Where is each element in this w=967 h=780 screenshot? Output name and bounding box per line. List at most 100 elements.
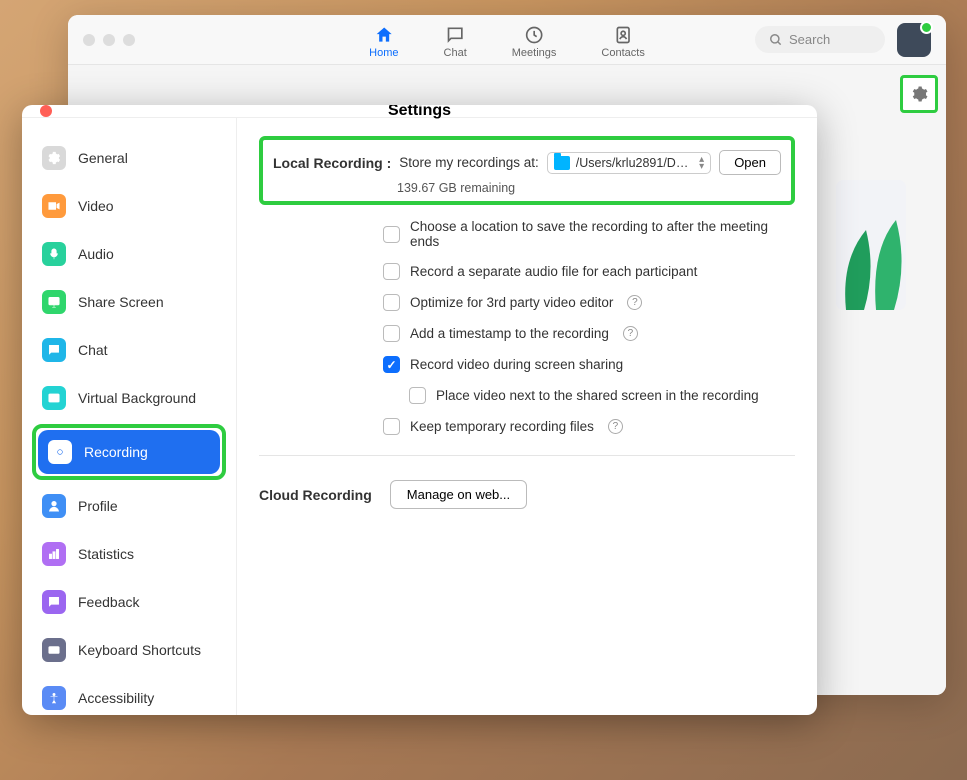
main-tabs: Home Chat Meetings Contacts xyxy=(369,21,645,59)
search-input[interactable]: Search xyxy=(755,26,885,53)
checkbox-separate-audio[interactable] xyxy=(383,263,400,280)
share-screen-icon xyxy=(42,290,66,314)
option-label: Place video next to the shared screen in… xyxy=(436,388,759,403)
open-button[interactable]: Open xyxy=(719,150,781,175)
help-icon[interactable]: ? xyxy=(627,295,642,310)
close-button[interactable] xyxy=(40,105,52,117)
section-divider xyxy=(259,455,795,456)
tab-home[interactable]: Home xyxy=(369,21,398,59)
sidebar-item-label: Recording xyxy=(84,444,148,460)
local-recording-label: Local Recording : xyxy=(273,155,391,171)
tab-contacts[interactable]: Contacts xyxy=(601,21,644,59)
option-record-video-share: Record video during screen sharing xyxy=(259,356,795,373)
sidebar-item-feedback[interactable]: Feedback xyxy=(32,580,226,624)
sidebar-item-recording[interactable]: Recording xyxy=(38,430,220,474)
option-choose-location: Choose a location to save the recording … xyxy=(259,219,795,249)
help-icon[interactable]: ? xyxy=(623,326,638,341)
tab-label: Contacts xyxy=(601,47,644,59)
tab-meetings[interactable]: Meetings xyxy=(512,21,557,59)
option-label: Keep temporary recording files xyxy=(410,419,594,434)
option-label: Record a separate audio file for each pa… xyxy=(410,264,697,279)
feedback-icon xyxy=(42,590,66,614)
sidebar-item-label: General xyxy=(78,150,128,166)
sidebar-item-audio[interactable]: Audio xyxy=(32,232,226,276)
sidebar-item-label: Statistics xyxy=(78,546,134,562)
folder-icon xyxy=(554,156,570,170)
accessibility-icon xyxy=(42,686,66,710)
sidebar-item-keyboard-shortcuts[interactable]: Keyboard Shortcuts xyxy=(32,628,226,672)
option-timestamp: Add a timestamp to the recording? xyxy=(259,325,795,342)
dropdown-chevrons-icon: ▴▾ xyxy=(699,156,704,170)
general-icon xyxy=(42,146,66,170)
option-label: Record video during screen sharing xyxy=(410,357,623,372)
sidebar-item-video[interactable]: Video xyxy=(32,184,226,228)
option-keep-temp: Keep temporary recording files? xyxy=(259,418,795,435)
checkbox-place-video-next[interactable] xyxy=(409,387,426,404)
option-label: Add a timestamp to the recording xyxy=(410,326,609,341)
close-dot-disabled xyxy=(83,34,95,46)
minimize-dot-disabled xyxy=(103,34,115,46)
search-placeholder: Search xyxy=(789,32,830,47)
option-separate-audio: Record a separate audio file for each pa… xyxy=(259,263,795,280)
settings-window: Settings General Video Audio Share Screen Ch… xyxy=(22,105,817,715)
option-place-video-next: Place video next to the shared screen in… xyxy=(259,387,795,404)
tab-label: Chat xyxy=(444,47,467,59)
keyboard-shortcuts-icon xyxy=(42,638,66,662)
sidebar-item-general[interactable]: General xyxy=(32,136,226,180)
chat-icon xyxy=(42,338,66,362)
tab-chat[interactable]: Chat xyxy=(444,21,467,59)
sidebar-item-virtual-background[interactable]: Virtual Background xyxy=(32,376,226,420)
settings-body: General Video Audio Share Screen Chat Virtual… xyxy=(22,118,817,715)
storage-remaining: 139.67 GB remaining xyxy=(397,181,781,195)
checkbox-optimize-3rd[interactable] xyxy=(383,294,400,311)
settings-titlebar: Settings xyxy=(22,105,817,118)
checkbox-choose-location[interactable] xyxy=(383,226,400,243)
audio-icon xyxy=(42,242,66,266)
video-icon xyxy=(42,194,66,218)
sidebar-item-accessibility[interactable]: Accessibility xyxy=(32,676,226,715)
store-recordings-label: Store my recordings at: xyxy=(399,155,539,170)
sidebar-item-label: Profile xyxy=(78,498,118,514)
sidebar-item-label: Accessibility xyxy=(78,690,154,706)
home-icon xyxy=(374,25,394,45)
sidebar-item-chat[interactable]: Chat xyxy=(32,328,226,372)
option-label: Optimize for 3rd party video editor xyxy=(410,295,613,310)
meetings-icon xyxy=(524,25,544,45)
avatar[interactable] xyxy=(897,23,931,57)
sidebar-item-label: Audio xyxy=(78,246,114,262)
recording-path-text: /Users/krlu2891/Docum… xyxy=(576,156,693,170)
zoom-dot-disabled xyxy=(123,34,135,46)
settings-content: Local Recording : Store my recordings at… xyxy=(237,118,817,715)
cloud-recording-section: Cloud Recording Manage on web... xyxy=(259,480,795,509)
decorative-image xyxy=(836,180,906,310)
sidebar-item-label: Keyboard Shortcuts xyxy=(78,642,201,658)
sidebar-item-label: Chat xyxy=(78,342,108,358)
highlight-box: Recording xyxy=(32,424,226,480)
settings-sidebar: General Video Audio Share Screen Chat Virtual… xyxy=(22,118,237,715)
profile-icon xyxy=(42,494,66,518)
checkbox-timestamp[interactable] xyxy=(383,325,400,342)
settings-gear-button[interactable] xyxy=(900,75,938,113)
option-optimize-3rd: Optimize for 3rd party video editor? xyxy=(259,294,795,311)
checkbox-record-video-share[interactable] xyxy=(383,356,400,373)
manage-on-web-button[interactable]: Manage on web... xyxy=(390,480,527,509)
sidebar-item-share-screen[interactable]: Share Screen xyxy=(32,280,226,324)
settings-title: Settings xyxy=(388,105,451,120)
sidebar-item-label: Virtual Background xyxy=(78,390,196,406)
option-label: Choose a location to save the recording … xyxy=(410,219,795,249)
sidebar-item-label: Video xyxy=(78,198,114,214)
checkbox-keep-temp[interactable] xyxy=(383,418,400,435)
sidebar-item-statistics[interactable]: Statistics xyxy=(32,532,226,576)
main-titlebar: Home Chat Meetings Contacts Search xyxy=(68,15,946,65)
recording-path-picker[interactable]: /Users/krlu2891/Docum… ▴▾ xyxy=(547,152,711,174)
statistics-icon xyxy=(42,542,66,566)
recording-icon xyxy=(48,440,72,464)
tab-label: Home xyxy=(369,47,398,59)
search-icon xyxy=(769,33,783,47)
sidebar-item-label: Share Screen xyxy=(78,294,164,310)
sidebar-item-profile[interactable]: Profile xyxy=(32,484,226,528)
tab-label: Meetings xyxy=(512,47,557,59)
help-icon[interactable]: ? xyxy=(608,419,623,434)
chat-icon xyxy=(445,25,465,45)
virtual-background-icon xyxy=(42,386,66,410)
